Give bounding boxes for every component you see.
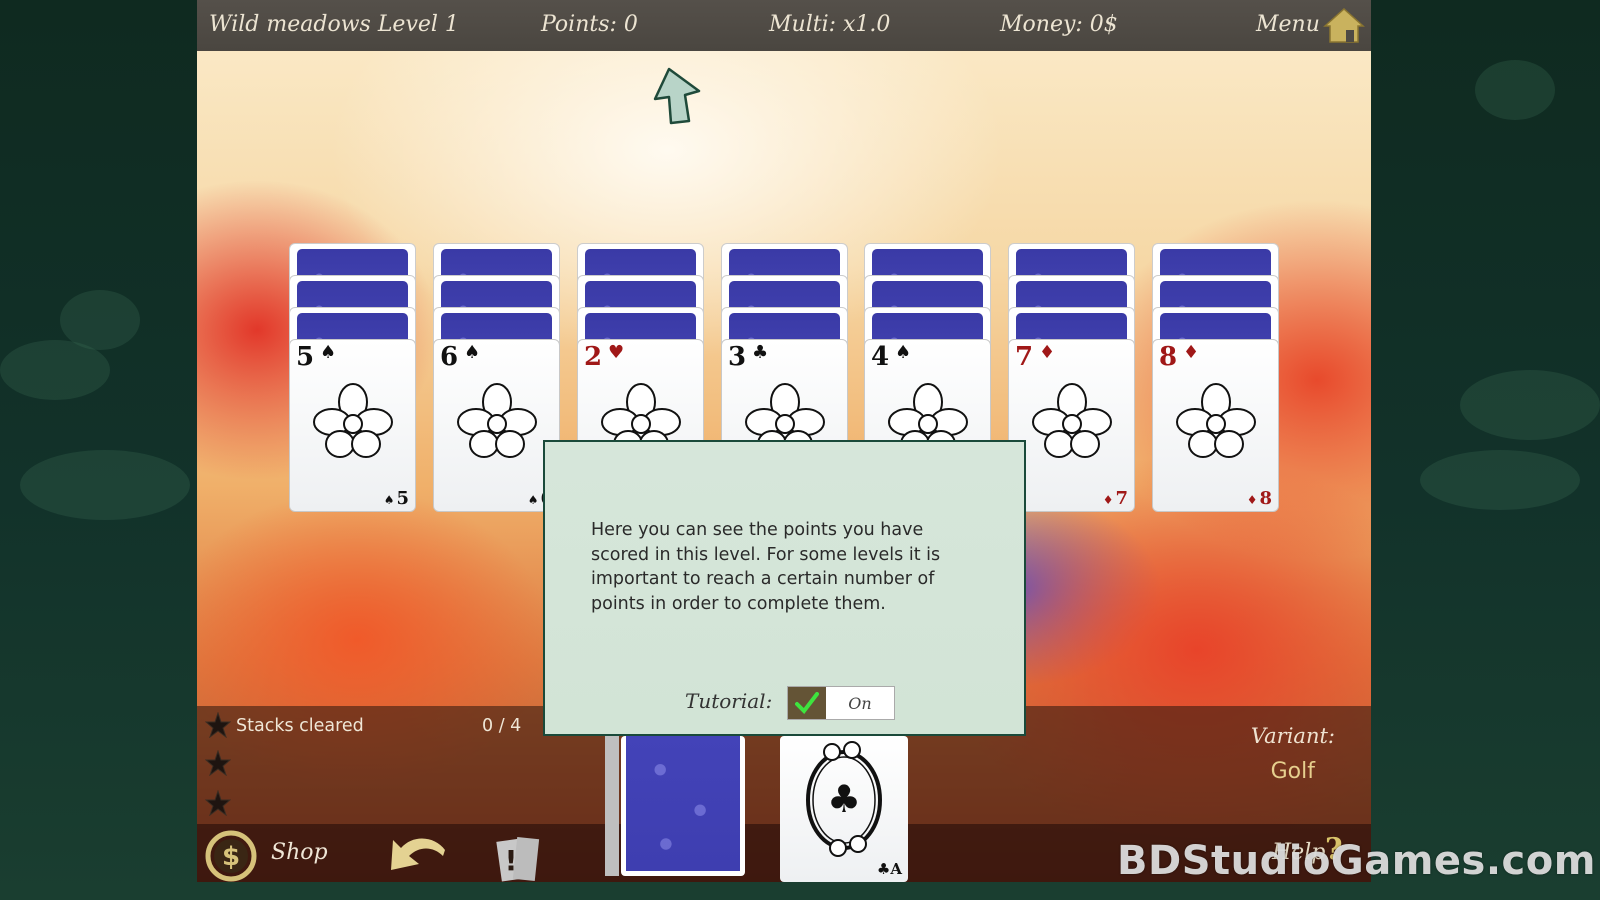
club-ornament-icon: ♣	[806, 741, 882, 857]
daisy-decoration-right	[1460, 370, 1600, 440]
card-suit-spades-icon: ♠	[464, 342, 481, 363]
star-icon	[205, 790, 231, 816]
variant-value: Golf	[1270, 759, 1315, 784]
top-bar: Wild meadows Level 1 Points: 0 Multi: x1…	[197, 0, 1371, 51]
undo-arrow-icon[interactable]	[385, 830, 451, 882]
multiplier-display: Multi: x1.0	[769, 12, 891, 37]
card-corner: ♦ 7	[1103, 488, 1128, 509]
card-suit-hearts-icon: ♥	[608, 342, 625, 363]
card-suit-diamonds-icon: ♦	[1039, 342, 1056, 363]
playing-card[interactable]: 5 ♠ ♠ 5	[289, 339, 416, 512]
magnolia-flower-icon	[1032, 383, 1112, 458]
checkmark-icon[interactable]	[788, 687, 826, 719]
shop-button[interactable]: Shop	[271, 840, 328, 865]
card-corner-suit: ♦	[1246, 493, 1258, 507]
foundation-suit: ♣	[827, 777, 861, 821]
playing-card[interactable]: 7 ♦ ♦ 7	[1008, 339, 1135, 512]
variant-label: Variant:	[1250, 724, 1335, 748]
playing-card[interactable]: 8 ♦ ♦ 8	[1152, 339, 1279, 512]
hint-cards-icon[interactable]: !	[493, 832, 543, 882]
level-title: Wild meadows Level 1	[209, 12, 459, 37]
orchid-flower-icon	[313, 383, 393, 458]
card-rank: 6	[440, 342, 459, 372]
card-corner-suit: ♠	[527, 493, 539, 507]
home-icon[interactable]	[1323, 6, 1365, 44]
game-board: Wild meadows Level 1 Points: 0 Multi: x1…	[197, 0, 1371, 882]
daisy-decoration-right-bottom	[1420, 450, 1580, 510]
card-rank: 5	[296, 342, 315, 372]
dollar-coin-icon[interactable]: $	[205, 830, 257, 882]
star-icon	[205, 750, 231, 776]
card-corner-suit: ♦	[1102, 493, 1114, 507]
deck-edge	[605, 736, 619, 876]
card-back-pattern	[626, 736, 740, 871]
watermark: BDStudioGames.com	[1117, 838, 1596, 884]
card-rank: 4	[871, 342, 890, 372]
svg-text:$: $	[222, 842, 240, 872]
tutorial-label: Tutorial:	[685, 689, 773, 713]
menu-button[interactable]: Menu	[1256, 12, 1320, 37]
card-corner-rank: 5	[396, 488, 409, 509]
card-suit-clubs-icon: ♣	[752, 342, 769, 363]
playing-card[interactable]: 6♠♠6	[433, 339, 560, 512]
butterfly-decoration-right	[1475, 60, 1555, 120]
card-corner: ♦ 8	[1247, 488, 1272, 509]
foundation-corner: ♣A	[876, 860, 902, 878]
goal-label: Stacks cleared	[236, 716, 364, 736]
tutorial-toggle[interactable]: On	[787, 686, 895, 720]
card-corner-suit: ♠	[383, 493, 395, 507]
card-suit-spades-icon: ♠	[320, 342, 337, 363]
svg-text:!: !	[505, 844, 518, 877]
sunflower-flower-icon	[1176, 383, 1256, 458]
lily-flower-icon	[457, 383, 537, 458]
tutorial-toggle-label: On	[826, 687, 894, 719]
tutorial-dialog: Here you can see the points you have sco…	[543, 440, 1026, 736]
money-display: Money: 0$	[1000, 12, 1118, 37]
card-corner-rank: 7	[1115, 488, 1128, 509]
daisy-decoration-left-bottom	[20, 450, 190, 520]
card-rank: 2	[584, 342, 603, 372]
star-icon	[205, 712, 231, 738]
stock-pile[interactable]	[621, 736, 745, 876]
card-suit-diamonds-icon: ♦	[1183, 342, 1200, 363]
foundation-card[interactable]: ♣ ♣A	[780, 736, 908, 882]
card-rank: 3	[728, 342, 747, 372]
goal-count: 0 / 4	[482, 716, 522, 736]
card-corner-rank: 8	[1259, 488, 1272, 509]
daisy-decoration-left	[0, 340, 110, 400]
card-rank: 7	[1015, 342, 1034, 372]
tutorial-arrow-icon	[653, 67, 701, 125]
card-rank: 8	[1159, 342, 1178, 372]
tutorial-text: Here you can see the points you have sco…	[591, 520, 941, 614]
card-suit-spades-icon: ♠	[895, 342, 912, 363]
points-display: Points: 0	[541, 12, 638, 37]
card-corner: ♠ 5	[384, 488, 409, 509]
